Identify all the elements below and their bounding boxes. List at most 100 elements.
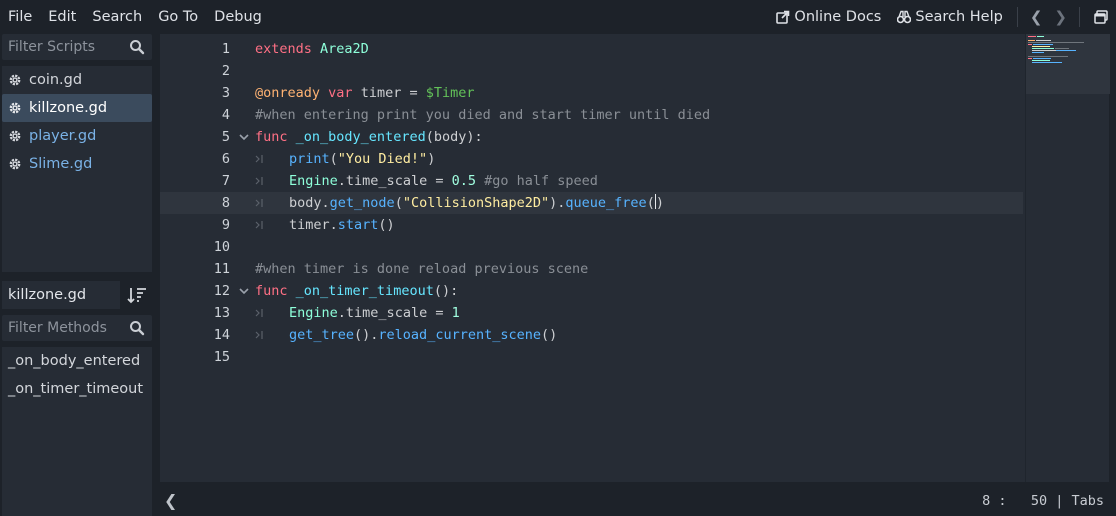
text-caret [654,194,656,209]
menu-file[interactable]: File [0,0,40,34]
history-back-button[interactable]: ❮ [1024,8,1049,26]
script-item-killzone[interactable]: killzone.gd [2,94,152,122]
line-number: 5 [221,129,230,145]
code-line[interactable]: @onready var timer = $Timer [255,82,475,104]
code-line[interactable]: body.get_node("CollisionShape2D").queue_… [289,192,664,214]
tab-indent-icon [255,155,263,163]
gear-icon [9,102,21,114]
method-item[interactable]: _on_timer_timeout [2,375,152,403]
line-number: 14 [213,327,230,343]
line-number: 3 [221,85,230,101]
minimap-line [1037,36,1044,37]
line-number: 7 [221,173,230,189]
online-docs-button[interactable]: Online Docs [768,9,889,25]
script-item-coin[interactable]: coin.gd [2,66,152,94]
code-line[interactable]: Engine.time_scale = 0.5 #go half speed [289,170,598,192]
script-item-label: Slime.gd [29,156,93,172]
line-number: 9 [221,217,230,233]
minimap-line [1033,44,1053,45]
code-line[interactable]: func _on_timer_timeout(): [255,280,458,302]
filter-scripts-placeholder: Filter Scripts [8,39,96,55]
minimap[interactable] [1025,34,1110,482]
menu-right-group: Online Docs Search Help ❮ ❯ [768,0,1116,34]
filter-methods-placeholder: Filter Methods [8,320,107,336]
method-list: _on_body_entered _on_timer_timeout [2,347,152,516]
minimap-line [1032,62,1062,63]
line-number: 2 [221,63,230,79]
minimap-line [1032,52,1044,53]
method-item[interactable]: _on_body_entered [2,347,152,375]
minimap-line [1028,36,1036,37]
menu-bar: File Edit Search Go To Debug Online Docs… [0,0,1116,34]
line-number: 8 [221,195,230,211]
code-line[interactable]: func _on_body_entered(body): [255,126,483,148]
make-floating-button[interactable] [1086,10,1116,24]
code-editor[interactable]: 1 2 3 4 5 6 7 8 9 10 11 12 13 14 15 exte… [160,34,1110,482]
status-bar: ❮ 8 : 50 | Tabs [160,486,1116,516]
minimap-line [1028,58,1032,59]
fold-arrow-icon[interactable] [238,280,250,302]
code-line[interactable]: Engine.time_scale = 1 [289,302,460,324]
line-number: 13 [213,305,230,321]
minimap-line [1036,40,1051,41]
search-icon [130,321,145,336]
code-line[interactable]: timer.start() [289,214,395,236]
minimap-line [1032,46,1050,47]
fold-arrow-icon[interactable] [238,126,250,148]
line-number: 4 [221,107,230,123]
gear-icon [9,74,21,86]
binoculars-icon [897,10,912,24]
script-item-slime[interactable]: Slime.gd [2,150,152,178]
search-icon [130,40,145,55]
tab-indent-icon [255,331,263,339]
menu-edit[interactable]: Edit [40,0,84,34]
search-help-button[interactable]: Search Help [889,9,1010,25]
code-line[interactable]: #when timer is done reload previous scen… [255,258,588,280]
script-item-label: player.gd [29,128,97,144]
filter-scripts-field[interactable]: Filter Scripts [2,34,152,60]
minimap-line [1056,50,1076,51]
script-panel: Filter Scripts coin.gd killzone.gd playe… [0,34,156,516]
gear-icon [9,158,21,170]
script-item-player[interactable]: player.gd [2,122,152,150]
script-item-label: killzone.gd [29,100,108,116]
tab-indent-icon [255,309,263,317]
line-number: 12 [213,283,230,299]
minimap-line [1028,42,1084,43]
tab-indent-icon [255,177,263,185]
code-line[interactable]: #when entering print you died and start … [255,104,710,126]
code-line[interactable]: get_tree().reload_current_scene() [289,324,557,346]
tab-indent-icon [255,221,263,229]
window-float-icon [1094,10,1108,24]
gear-icon [9,130,21,142]
history-forward-button[interactable]: ❯ [1048,8,1073,26]
minimap-line [1028,56,1068,57]
script-item-label: coin.gd [29,72,83,88]
external-link-icon [776,10,790,24]
code-line[interactable]: print("You Died!") [289,148,435,170]
minimap-line [1028,40,1035,41]
minimap-line [1028,44,1032,45]
tab-indent-icon [255,199,263,207]
search-help-label: Search Help [915,9,1003,25]
line-number: 6 [221,151,230,167]
menu-debug[interactable]: Debug [206,0,270,34]
minimap-line [1033,58,1051,59]
menu-go-to[interactable]: Go To [150,0,206,34]
line-number: 10 [213,239,230,255]
cursor-position-status: 8 : 50 | Tabs [982,493,1104,509]
menu-search[interactable]: Search [84,0,150,34]
sort-icon[interactable] [126,284,148,306]
current-script-name: killzone.gd [2,281,120,309]
toggle-scripts-panel-button[interactable]: ❮ [164,491,177,510]
line-number: 11 [213,261,230,277]
code-line[interactable]: extends Area2D [255,38,369,60]
minimap-line [1032,50,1056,51]
online-docs-label: Online Docs [794,9,882,25]
script-list: coin.gd killzone.gd player.gd Slime.gd [2,66,152,272]
filter-methods-field[interactable]: Filter Methods [2,315,152,341]
minimap-viewport[interactable] [1026,34,1110,94]
menu-divider-2 [1079,7,1080,27]
minimap-line [1032,60,1050,61]
minimap-line [1032,48,1054,49]
